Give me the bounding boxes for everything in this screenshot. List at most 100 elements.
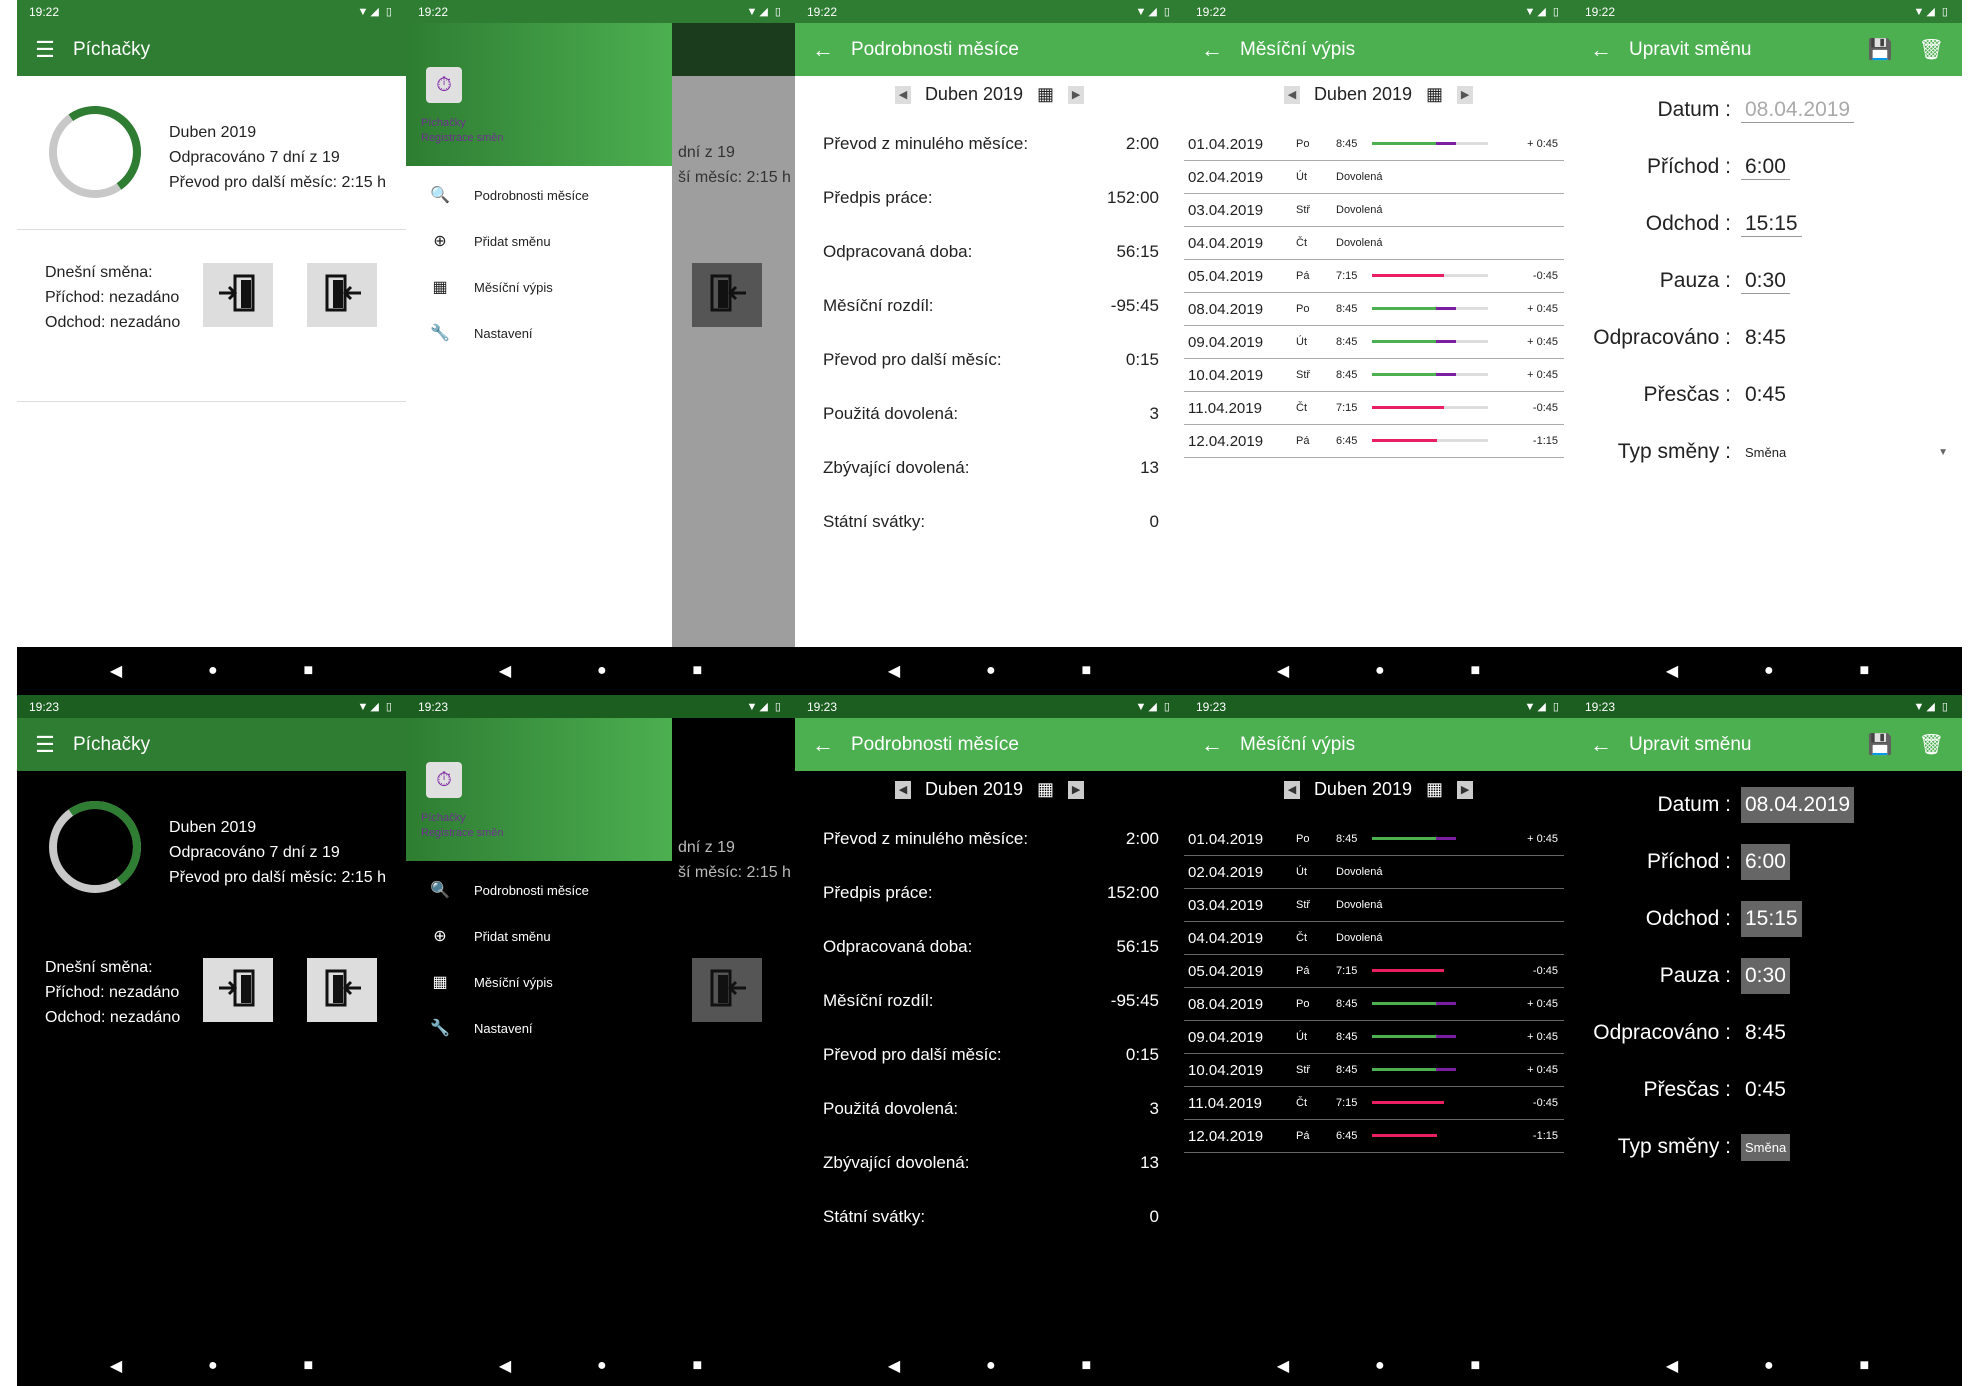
shift-row[interactable]: 11.04.2019 Čt 7:15 -0:45 bbox=[1184, 392, 1564, 425]
departure-button[interactable] bbox=[307, 263, 377, 327]
back-icon[interactable]: ◀ bbox=[888, 661, 900, 681]
home-icon[interactable]: ● bbox=[1375, 662, 1385, 680]
next-month-icon[interactable]: ▶ bbox=[1068, 780, 1085, 799]
shift-row[interactable]: 12.04.2019 Pá 6:45 -1:15 bbox=[1184, 425, 1564, 458]
calendar-icon[interactable]: ▦ bbox=[1037, 84, 1054, 105]
delete-icon[interactable]: 🗑 bbox=[1919, 37, 1944, 62]
shift-row[interactable]: 02.04.2019 Út Dovolená bbox=[1184, 161, 1564, 194]
departure-button[interactable] bbox=[307, 958, 377, 1022]
prev-month-icon[interactable]: ◀ bbox=[894, 85, 911, 104]
drawer-item[interactable]: 🔧 Nastavení bbox=[406, 310, 672, 356]
shift-row[interactable]: 02.04.2019 Út Dovolená bbox=[1184, 856, 1564, 889]
drawer-item[interactable]: ⊕ Přidat směnu bbox=[406, 913, 672, 959]
back-arrow-icon[interactable]: ← bbox=[1573, 732, 1629, 758]
recents-icon[interactable]: ■ bbox=[1859, 1357, 1869, 1375]
edit-field-label: Odchod : bbox=[1645, 907, 1731, 930]
recents-icon[interactable]: ■ bbox=[303, 1357, 313, 1375]
prev-month-icon[interactable]: ◀ bbox=[1283, 85, 1300, 104]
shift-row[interactable]: 10.04.2019 Stř 8:45 + 0:45 bbox=[1184, 359, 1564, 392]
back-arrow-icon[interactable]: ← bbox=[795, 732, 851, 758]
home-icon[interactable]: ● bbox=[597, 662, 607, 680]
save-icon[interactable]: 💾 bbox=[1868, 37, 1893, 62]
menu-icon[interactable]: ☰ bbox=[17, 37, 73, 63]
drawer-item[interactable]: ▦ Měsíční výpis bbox=[406, 264, 672, 310]
back-icon[interactable]: ◀ bbox=[110, 1356, 122, 1376]
recents-icon[interactable]: ■ bbox=[303, 662, 313, 680]
home-icon[interactable]: ● bbox=[1764, 662, 1774, 680]
edit-field-value[interactable]: 15:15 bbox=[1741, 901, 1802, 937]
edit-field-value[interactable]: 15:15 bbox=[1741, 212, 1802, 237]
edit-field-value[interactable]: 6:00 bbox=[1741, 844, 1790, 880]
back-icon[interactable]: ◀ bbox=[499, 661, 511, 681]
shift-row[interactable]: 10.04.2019 Stř 8:45 + 0:45 bbox=[1184, 1054, 1564, 1087]
shift-row[interactable]: 09.04.2019 Út 8:45 + 0:45 bbox=[1184, 1021, 1564, 1054]
back-icon[interactable]: ◀ bbox=[1666, 661, 1678, 681]
back-icon[interactable]: ◀ bbox=[1277, 1356, 1289, 1376]
recents-icon[interactable]: ■ bbox=[692, 1357, 702, 1375]
menu-icon[interactable]: ☰ bbox=[17, 732, 73, 758]
back-arrow-icon[interactable]: ← bbox=[1184, 37, 1240, 63]
drawer-item[interactable]: 🔧 Nastavení bbox=[406, 1005, 672, 1051]
drawer-item[interactable]: 🔍 Podrobnosti měsíce bbox=[406, 867, 672, 913]
delete-icon[interactable]: 🗑 bbox=[1919, 732, 1944, 757]
recents-icon[interactable]: ■ bbox=[1859, 662, 1869, 680]
home-icon[interactable]: ● bbox=[986, 662, 996, 680]
back-arrow-icon[interactable]: ← bbox=[1184, 732, 1240, 758]
edit-field-value[interactable]: 0:30 bbox=[1741, 269, 1790, 294]
home-icon[interactable]: ● bbox=[986, 1357, 996, 1375]
recents-icon[interactable]: ■ bbox=[1081, 662, 1091, 680]
calendar-icon[interactable]: ▦ bbox=[1426, 84, 1443, 105]
calendar-icon[interactable]: ▦ bbox=[1426, 779, 1443, 800]
shift-row[interactable]: 05.04.2019 Pá 7:15 -0:45 bbox=[1184, 260, 1564, 293]
shift-row[interactable]: 01.04.2019 Po 8:45 + 0:45 bbox=[1184, 823, 1564, 856]
shift-row[interactable]: 09.04.2019 Út 8:45 + 0:45 bbox=[1184, 326, 1564, 359]
shift-row[interactable]: 03.04.2019 Stř Dovolená bbox=[1184, 194, 1564, 227]
next-month-icon[interactable]: ▶ bbox=[1457, 85, 1474, 104]
edit-field-value[interactable]: 6:00 bbox=[1741, 155, 1790, 180]
shift-row[interactable]: 08.04.2019 Po 8:45 + 0:45 bbox=[1184, 293, 1564, 326]
shift-row[interactable]: 05.04.2019 Pá 7:15 -0:45 bbox=[1184, 955, 1564, 988]
next-month-icon[interactable]: ▶ bbox=[1457, 780, 1474, 799]
back-arrow-icon[interactable]: ← bbox=[1573, 37, 1629, 63]
drawer-scrim[interactable]: dní z 19 ší měsíc: 2:15 h bbox=[672, 718, 795, 1342]
back-icon[interactable]: ◀ bbox=[110, 661, 122, 681]
drawer-item[interactable]: ▦ Měsíční výpis bbox=[406, 959, 672, 1005]
shift-row[interactable]: 04.04.2019 Čt Dovolená bbox=[1184, 922, 1564, 955]
home-icon[interactable]: ● bbox=[597, 1357, 607, 1375]
shift-type-select[interactable]: Směna bbox=[1741, 1133, 1791, 1161]
recents-icon[interactable]: ■ bbox=[1470, 662, 1480, 680]
back-icon[interactable]: ◀ bbox=[499, 1356, 511, 1376]
next-month-icon[interactable]: ▶ bbox=[1068, 85, 1085, 104]
calendar-icon[interactable]: ▦ bbox=[1037, 779, 1054, 800]
prev-month-icon[interactable]: ◀ bbox=[894, 780, 911, 799]
arrival-button[interactable] bbox=[203, 958, 273, 1022]
recents-icon[interactable]: ■ bbox=[1081, 1357, 1091, 1375]
shift-row[interactable]: 03.04.2019 Stř Dovolená bbox=[1184, 889, 1564, 922]
back-icon[interactable]: ◀ bbox=[1277, 661, 1289, 681]
save-icon[interactable]: 💾 bbox=[1868, 732, 1893, 757]
prev-month-icon[interactable]: ◀ bbox=[1283, 780, 1300, 799]
back-icon[interactable]: ◀ bbox=[1666, 1356, 1678, 1376]
shift-row[interactable]: 04.04.2019 Čt Dovolená bbox=[1184, 227, 1564, 260]
drawer-item[interactable]: 🔍 Podrobnosti měsíce bbox=[406, 172, 672, 218]
shift-row[interactable]: 01.04.2019 Po 8:45 + 0:45 bbox=[1184, 128, 1564, 161]
home-icon[interactable]: ● bbox=[208, 1357, 218, 1375]
back-icon[interactable]: ◀ bbox=[888, 1356, 900, 1376]
shift-row[interactable]: 12.04.2019 Pá 6:45 -1:15 bbox=[1184, 1120, 1564, 1153]
home-icon[interactable]: ● bbox=[208, 662, 218, 680]
dropdown-caret-icon[interactable]: ▼ bbox=[1938, 447, 1948, 458]
edit-field-value[interactable]: 08.04.2019 bbox=[1741, 787, 1855, 823]
home-icon[interactable]: ● bbox=[1764, 1357, 1774, 1375]
arrival-button[interactable] bbox=[203, 263, 273, 327]
home-icon[interactable]: ● bbox=[1375, 1357, 1385, 1375]
edit-field-value[interactable]: 08.04.2019 bbox=[1741, 98, 1855, 123]
shift-row[interactable]: 11.04.2019 Čt 7:15 -0:45 bbox=[1184, 1087, 1564, 1120]
drawer-scrim[interactable]: dní z 19 ší měsíc: 2:15 h bbox=[672, 23, 795, 647]
back-arrow-icon[interactable]: ← bbox=[795, 37, 851, 63]
shift-row[interactable]: 08.04.2019 Po 8:45 + 0:45 bbox=[1184, 988, 1564, 1021]
recents-icon[interactable]: ■ bbox=[692, 662, 702, 680]
recents-icon[interactable]: ■ bbox=[1470, 1357, 1480, 1375]
shift-type-select[interactable]: Směna bbox=[1741, 445, 1790, 460]
edit-field-value[interactable]: 0:30 bbox=[1741, 958, 1790, 994]
drawer-item[interactable]: ⊕ Přidat směnu bbox=[406, 218, 672, 264]
